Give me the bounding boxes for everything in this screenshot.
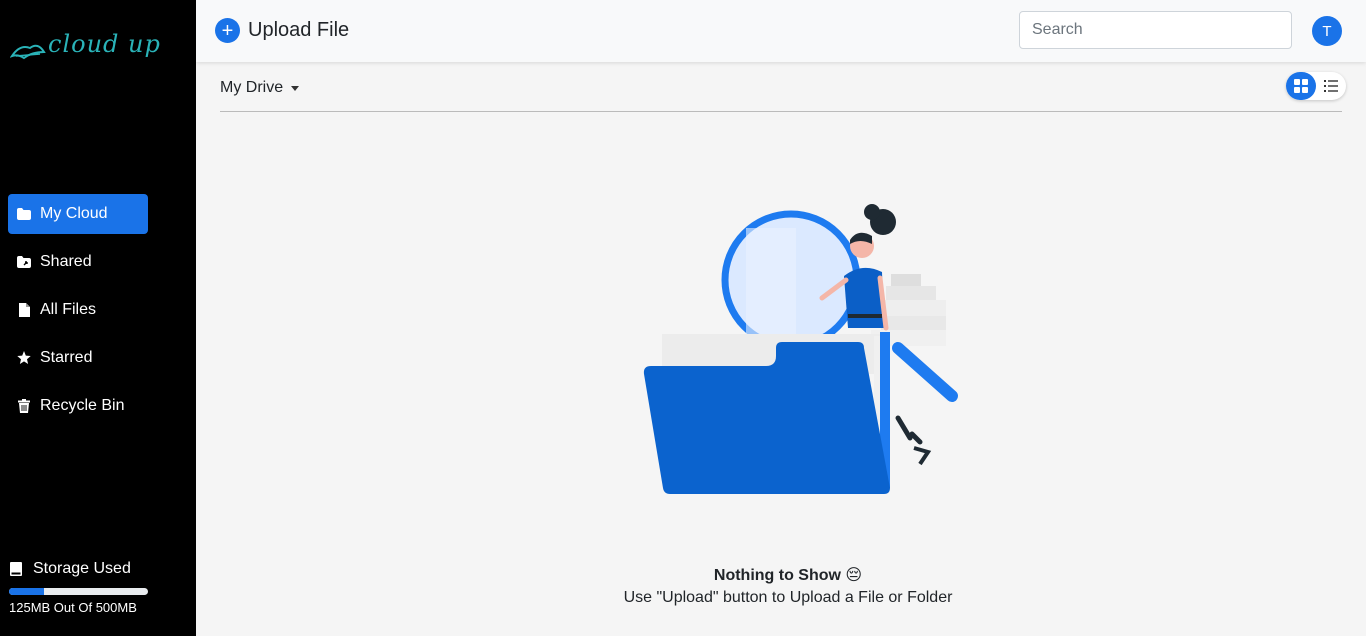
storage-panel: Storage Used 125MB Out Of 500MB [9,560,149,615]
list-icon [1324,80,1338,92]
list-view-button[interactable] [1316,72,1346,100]
sidebar-item-label: Starred [40,349,93,366]
file-icon [17,303,31,317]
sidebar-nav: My Cloud Shared All Files Starred Recycl… [8,194,148,434]
sidebar-item-label: All Files [40,301,97,318]
search-input[interactable] [1019,11,1292,49]
sidebar-item-recycle-bin[interactable]: Recycle Bin [8,386,148,426]
sidebar-item-shared[interactable]: Shared [8,242,148,282]
plus-icon: + [215,18,240,43]
logo-text: cloud up [48,30,161,58]
empty-state-title: Nothing to Show 😔 [713,567,863,584]
sidebar: cloud up My Cloud Shared All Files Starr… [0,0,196,636]
grid-view-button[interactable] [1286,72,1316,100]
storage-summary: 125MB Out Of 500MB [9,600,137,615]
upload-file-button[interactable]: + Upload File [215,18,349,43]
caret-down-icon [291,85,300,91]
my-drive-label: My Drive [220,79,284,96]
storage-title-label: Storage Used [33,560,131,577]
sidebar-item-my-cloud[interactable]: My Cloud [8,194,148,234]
sidebar-item-label: My Cloud [40,205,108,222]
storage-progress-fill [9,588,44,595]
logo-cloud-icon [10,44,46,60]
empty-folder-illustration [643,204,958,494]
top-header: + Upload File T [196,0,1366,62]
sidebar-item-label: Shared [40,253,92,270]
shared-folder-icon [17,255,31,269]
storage-progress-bar [9,588,148,595]
empty-state-subtitle: Use "Upload" button to Upload a File or … [623,589,953,606]
drive-toolbar: My Drive [220,72,1346,112]
drive-icon [9,562,23,576]
trash-icon [17,399,31,413]
sidebar-item-label: Recycle Bin [40,397,125,414]
grid-icon [1294,79,1308,93]
app-logo[interactable]: cloud up [10,22,160,72]
avatar[interactable]: T [1312,16,1342,46]
storage-title: Storage Used [9,560,149,578]
upload-file-label: Upload File [248,19,350,41]
folder-icon [17,207,31,221]
sidebar-item-starred[interactable]: Starred [8,338,148,378]
star-icon [17,351,31,365]
view-toggle [1286,72,1346,100]
my-drive-dropdown[interactable]: My Drive [220,79,300,97]
sidebar-item-all-files[interactable]: All Files [8,290,148,330]
